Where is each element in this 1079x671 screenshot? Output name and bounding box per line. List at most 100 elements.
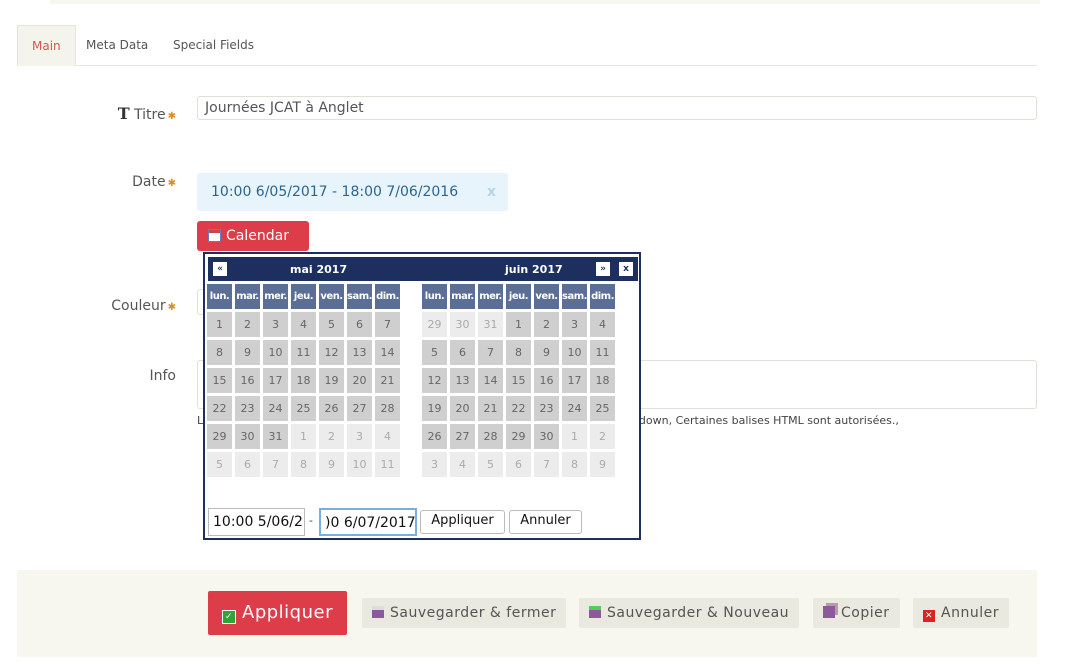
day-cell[interactable]: 7 <box>375 312 400 337</box>
day-cell[interactable]: 6 <box>347 312 372 337</box>
day-cell[interactable]: 18 <box>291 368 316 393</box>
day-cell[interactable]: 5 <box>207 452 232 477</box>
day-cell[interactable]: 10 <box>562 340 587 365</box>
day-cell[interactable]: 25 <box>291 396 316 421</box>
start-datetime-input[interactable]: 10:00 5/06/2 <box>208 508 305 536</box>
day-cell[interactable]: 9 <box>590 452 615 477</box>
day-cell[interactable]: 14 <box>478 368 503 393</box>
day-cell[interactable]: 25 <box>590 396 615 421</box>
day-cell[interactable]: 21 <box>478 396 503 421</box>
day-cell[interactable]: 3 <box>263 312 288 337</box>
day-cell[interactable]: 5 <box>422 340 447 365</box>
cancel-button[interactable]: ✕ Annuler <box>913 598 1009 628</box>
day-cell[interactable]: 5 <box>319 312 344 337</box>
day-cell[interactable]: 21 <box>375 368 400 393</box>
day-cell[interactable]: 26 <box>319 396 344 421</box>
day-cell[interactable]: 7 <box>263 452 288 477</box>
day-cell[interactable]: 17 <box>263 368 288 393</box>
day-cell[interactable]: 2 <box>319 424 344 449</box>
day-cell[interactable]: 29 <box>422 312 447 337</box>
calendar-apply-button[interactable]: Appliquer <box>420 510 505 534</box>
day-cell[interactable]: 30 <box>534 424 559 449</box>
day-cell[interactable]: 23 <box>235 396 260 421</box>
save-close-button[interactable]: Sauvegarder & fermer <box>362 598 567 628</box>
day-cell[interactable]: 22 <box>207 396 232 421</box>
day-cell[interactable]: 8 <box>506 340 531 365</box>
day-cell[interactable]: 9 <box>534 340 559 365</box>
day-cell[interactable]: 27 <box>450 424 475 449</box>
day-cell[interactable]: 9 <box>235 340 260 365</box>
day-cell[interactable]: 31 <box>263 424 288 449</box>
day-cell[interactable]: 17 <box>562 368 587 393</box>
clear-date-button[interactable]: x <box>487 173 496 211</box>
day-cell[interactable]: 10 <box>347 452 372 477</box>
day-cell[interactable]: 11 <box>590 340 615 365</box>
day-cell[interactable]: 7 <box>478 340 503 365</box>
day-cell[interactable]: 12 <box>319 340 344 365</box>
day-cell[interactable]: 14 <box>375 340 400 365</box>
day-cell[interactable]: 29 <box>207 424 232 449</box>
day-cell[interactable]: 26 <box>422 424 447 449</box>
close-calendar-button[interactable]: x <box>619 262 633 276</box>
day-cell[interactable]: 16 <box>235 368 260 393</box>
day-cell[interactable]: 5 <box>478 452 503 477</box>
day-cell[interactable]: 6 <box>506 452 531 477</box>
title-input[interactable]: Journées JCAT à Anglet <box>197 96 1037 120</box>
copy-button[interactable]: Copier <box>813 598 900 628</box>
day-cell[interactable]: 1 <box>506 312 531 337</box>
day-cell[interactable]: 3 <box>422 452 447 477</box>
day-cell[interactable]: 22 <box>506 396 531 421</box>
day-cell[interactable]: 13 <box>450 368 475 393</box>
day-cell[interactable]: 2 <box>534 312 559 337</box>
day-cell[interactable]: 4 <box>450 452 475 477</box>
date-range-display[interactable]: 10:00 6/05/2017 - 18:00 7/06/2016 x <box>197 173 508 211</box>
day-cell[interactable]: 31 <box>478 312 503 337</box>
day-cell[interactable]: 20 <box>347 368 372 393</box>
day-cell[interactable]: 4 <box>291 312 316 337</box>
tab-main[interactable]: Main <box>17 25 76 66</box>
day-cell[interactable]: 1 <box>562 424 587 449</box>
tab-special-fields[interactable]: Special Fields <box>159 25 268 65</box>
apply-button[interactable]: ✓ Appliquer <box>208 591 347 635</box>
day-cell[interactable]: 19 <box>422 396 447 421</box>
day-cell[interactable]: 29 <box>506 424 531 449</box>
day-cell[interactable]: 20 <box>450 396 475 421</box>
day-cell[interactable]: 1 <box>207 312 232 337</box>
day-cell[interactable]: 28 <box>478 424 503 449</box>
day-cell[interactable]: 9 <box>319 452 344 477</box>
day-cell[interactable]: 4 <box>375 424 400 449</box>
next-month-button[interactable]: » <box>596 262 610 276</box>
day-cell[interactable]: 8 <box>207 340 232 365</box>
day-cell[interactable]: 30 <box>450 312 475 337</box>
day-cell[interactable]: 27 <box>347 396 372 421</box>
day-cell[interactable]: 24 <box>562 396 587 421</box>
day-cell[interactable]: 16 <box>534 368 559 393</box>
day-cell[interactable]: 15 <box>506 368 531 393</box>
day-cell[interactable]: 12 <box>422 368 447 393</box>
day-cell[interactable]: 30 <box>235 424 260 449</box>
day-cell[interactable]: 10 <box>263 340 288 365</box>
tab-meta-data[interactable]: Meta Data <box>72 25 162 65</box>
day-cell[interactable]: 18 <box>590 368 615 393</box>
day-cell[interactable]: 8 <box>562 452 587 477</box>
day-cell[interactable]: 3 <box>562 312 587 337</box>
day-cell[interactable]: 15 <box>207 368 232 393</box>
day-cell[interactable]: 1 <box>291 424 316 449</box>
day-cell[interactable]: 28 <box>375 396 400 421</box>
day-cell[interactable]: 4 <box>590 312 615 337</box>
calendar-button[interactable]: Calendar <box>197 221 309 251</box>
calendar-cancel-button[interactable]: Annuler <box>509 510 582 534</box>
day-cell[interactable]: 24 <box>263 396 288 421</box>
end-datetime-input[interactable]: )0 6/07/2017 <box>319 508 417 536</box>
prev-month-button[interactable]: « <box>213 262 227 276</box>
day-cell[interactable]: 6 <box>235 452 260 477</box>
save-new-button[interactable]: Sauvegarder & Nouveau <box>579 598 800 628</box>
day-cell[interactable]: 3 <box>347 424 372 449</box>
day-cell[interactable]: 11 <box>375 452 400 477</box>
day-cell[interactable]: 8 <box>291 452 316 477</box>
day-cell[interactable]: 13 <box>347 340 372 365</box>
day-cell[interactable]: 23 <box>534 396 559 421</box>
day-cell[interactable]: 19 <box>319 368 344 393</box>
day-cell[interactable]: 2 <box>590 424 615 449</box>
day-cell[interactable]: 2 <box>235 312 260 337</box>
